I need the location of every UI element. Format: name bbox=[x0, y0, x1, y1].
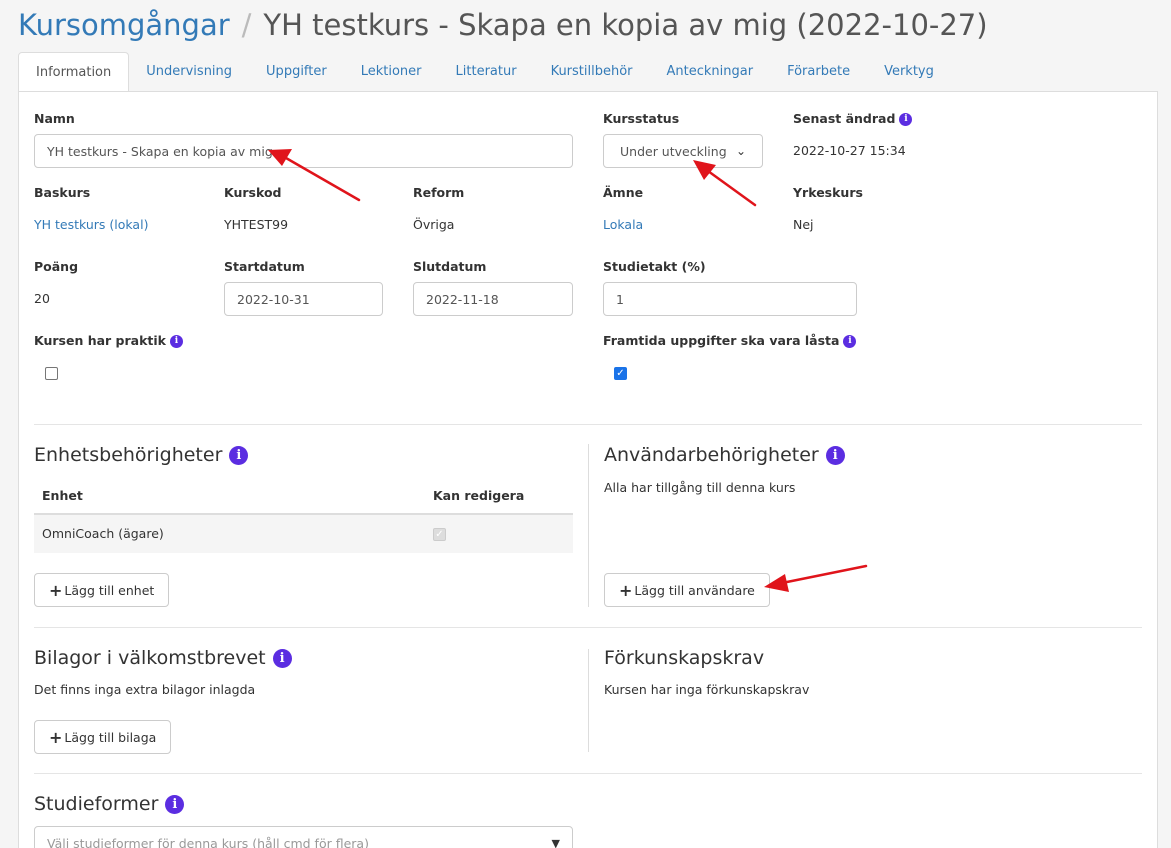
startdatum-label: Startdatum bbox=[224, 259, 305, 274]
amne-label: Ämne bbox=[603, 185, 644, 200]
poang-value: 20 bbox=[34, 291, 50, 306]
reform-label: Reform bbox=[413, 185, 465, 200]
tab-uppgifter[interactable]: Uppgifter bbox=[249, 52, 344, 92]
startdatum-input[interactable]: 2022-10-31 bbox=[224, 282, 383, 316]
divider bbox=[34, 627, 1142, 628]
information-panel: Namn YH testkurs - Skapa en kopia av mig… bbox=[18, 91, 1158, 848]
kurskod-label: Kurskod bbox=[224, 185, 282, 200]
senast-andrad-value: 2022-10-27 15:34 bbox=[793, 143, 906, 158]
enhets-heading: Enhetsbehörigheter i bbox=[34, 444, 249, 466]
studietakt-label: Studietakt (%) bbox=[603, 259, 706, 274]
info-circle-icon[interactable]: i bbox=[272, 649, 292, 668]
bilagor-heading: Bilagor i välkomstbrevet i bbox=[34, 647, 292, 669]
tab-forarbete[interactable]: Förarbete bbox=[770, 52, 867, 92]
amne-link[interactable]: Lokala bbox=[603, 217, 643, 232]
namn-input[interactable]: YH testkurs - Skapa en kopia av mig bbox=[34, 134, 573, 168]
studieformer-heading: Studieformer i bbox=[34, 793, 185, 815]
bilagor-title: Bilagor i välkomstbrevet bbox=[34, 647, 266, 669]
caret-down-icon: ▼ bbox=[551, 836, 560, 848]
info-circle-icon[interactable]: i bbox=[169, 335, 183, 348]
table-row: OmniCoach (ägare) ✓ bbox=[34, 515, 573, 553]
chevron-down-icon: ⌄ bbox=[735, 144, 746, 158]
yrkeskurs-label: Yrkeskurs bbox=[793, 185, 863, 200]
info-circle-icon[interactable]: i bbox=[825, 446, 845, 465]
enhet-cell: OmniCoach (ägare) bbox=[42, 526, 164, 541]
lasta-label-text: Framtida uppgifter ska vara låsta bbox=[603, 333, 840, 348]
praktik-label-text: Kursen har praktik bbox=[34, 333, 166, 348]
enhet-column-header: Enhet bbox=[42, 488, 83, 503]
plus-icon: + bbox=[49, 727, 63, 747]
breadcrumb-separator: / bbox=[241, 8, 252, 42]
tab-kurstillbehor[interactable]: Kurstillbehör bbox=[534, 52, 650, 92]
info-circle-icon[interactable]: i bbox=[899, 113, 913, 126]
tab-verktyg[interactable]: Verktyg bbox=[867, 52, 951, 92]
bilagor-text: Det finns inga extra bilagor inlagda bbox=[34, 682, 256, 697]
tab-anteckningar[interactable]: Anteckningar bbox=[650, 52, 771, 92]
forkunskap-text: Kursen har inga förkunskapskrav bbox=[604, 682, 810, 697]
anvandar-heading: Användarbehörigheter i bbox=[604, 444, 845, 466]
baskurs-link[interactable]: YH testkurs (lokal) bbox=[34, 217, 148, 232]
praktik-checkbox[interactable] bbox=[45, 367, 58, 380]
studieformer-placeholder: Välj studieformer för denna kurs (håll c… bbox=[47, 835, 369, 848]
enhets-title: Enhetsbehörigheter bbox=[34, 444, 223, 466]
tab-lektioner[interactable]: Lektioner bbox=[344, 52, 439, 92]
baskurs-label: Baskurs bbox=[34, 185, 91, 200]
add-enhet-label: Lägg till enhet bbox=[64, 582, 155, 598]
add-anvandare-label: Lägg till användare bbox=[634, 582, 755, 598]
slutdatum-input[interactable]: 2022-11-18 bbox=[413, 282, 573, 316]
slutdatum-label: Slutdatum bbox=[413, 259, 487, 274]
yrkeskurs-value: Nej bbox=[793, 217, 814, 232]
info-circle-icon[interactable]: i bbox=[229, 446, 249, 465]
divider bbox=[34, 424, 1142, 425]
kursstatus-label: Kursstatus bbox=[603, 111, 680, 126]
forkunskap-heading: Förkunskapskrav bbox=[604, 647, 765, 669]
kurskod-value: YHTEST99 bbox=[224, 217, 289, 232]
add-enhet-button[interactable]: + Lägg till enhet bbox=[34, 573, 170, 607]
anvandar-title: Användarbehörigheter bbox=[604, 444, 819, 466]
poang-label: Poäng bbox=[34, 259, 79, 274]
column-divider bbox=[588, 444, 589, 607]
senast-andrad-label-text: Senast ändrad bbox=[793, 111, 896, 126]
info-circle-icon[interactable]: i bbox=[843, 335, 857, 348]
tab-information[interactable]: Information bbox=[18, 52, 130, 93]
kan-redigera-column-header: Kan redigera bbox=[433, 488, 525, 503]
senast-andrad-label: Senast ändrad i bbox=[793, 111, 913, 126]
lasta-checkbox[interactable]: ✓ bbox=[614, 367, 627, 380]
column-divider bbox=[588, 649, 589, 752]
anvandar-text: Alla har tillgång till denna kurs bbox=[604, 480, 796, 495]
kursstatus-select[interactable]: Under utveckling ⌄ bbox=[603, 134, 763, 168]
page-header: Kursomgångar / YH testkurs - Skapa en kopi… bbox=[18, 6, 988, 44]
add-anvandare-button[interactable]: + Lägg till användare bbox=[604, 573, 770, 607]
page-title: YH testkurs - Skapa en kopia av mig (202… bbox=[263, 8, 988, 42]
tab-litteratur[interactable]: Litteratur bbox=[439, 52, 534, 92]
kan-redigera-checkbox: ✓ bbox=[433, 528, 446, 541]
studieformer-title: Studieformer bbox=[34, 793, 159, 815]
namn-label: Namn bbox=[34, 111, 75, 126]
divider bbox=[34, 773, 1142, 774]
plus-icon: + bbox=[619, 580, 633, 600]
add-bilaga-button[interactable]: + Lägg till bilaga bbox=[34, 720, 172, 754]
add-bilaga-label: Lägg till bilaga bbox=[64, 729, 157, 745]
studietakt-input[interactable]: 1 bbox=[603, 282, 857, 316]
breadcrumb-parent-link[interactable]: Kursomgångar bbox=[18, 8, 230, 42]
reform-value: Övriga bbox=[413, 217, 455, 232]
tab-bar: Information Undervisning Uppgifter Lekti… bbox=[18, 52, 951, 93]
info-circle-icon[interactable]: i bbox=[165, 795, 185, 814]
plus-icon: + bbox=[49, 580, 63, 600]
studieformer-select[interactable]: Välj studieformer för denna kurs (håll c… bbox=[34, 826, 573, 848]
kursstatus-selected-value: Under utveckling bbox=[620, 143, 727, 159]
tab-undervisning[interactable]: Undervisning bbox=[129, 52, 249, 92]
lasta-label: Framtida uppgifter ska vara låsta i bbox=[603, 333, 857, 348]
praktik-label: Kursen har praktik i bbox=[34, 333, 183, 348]
